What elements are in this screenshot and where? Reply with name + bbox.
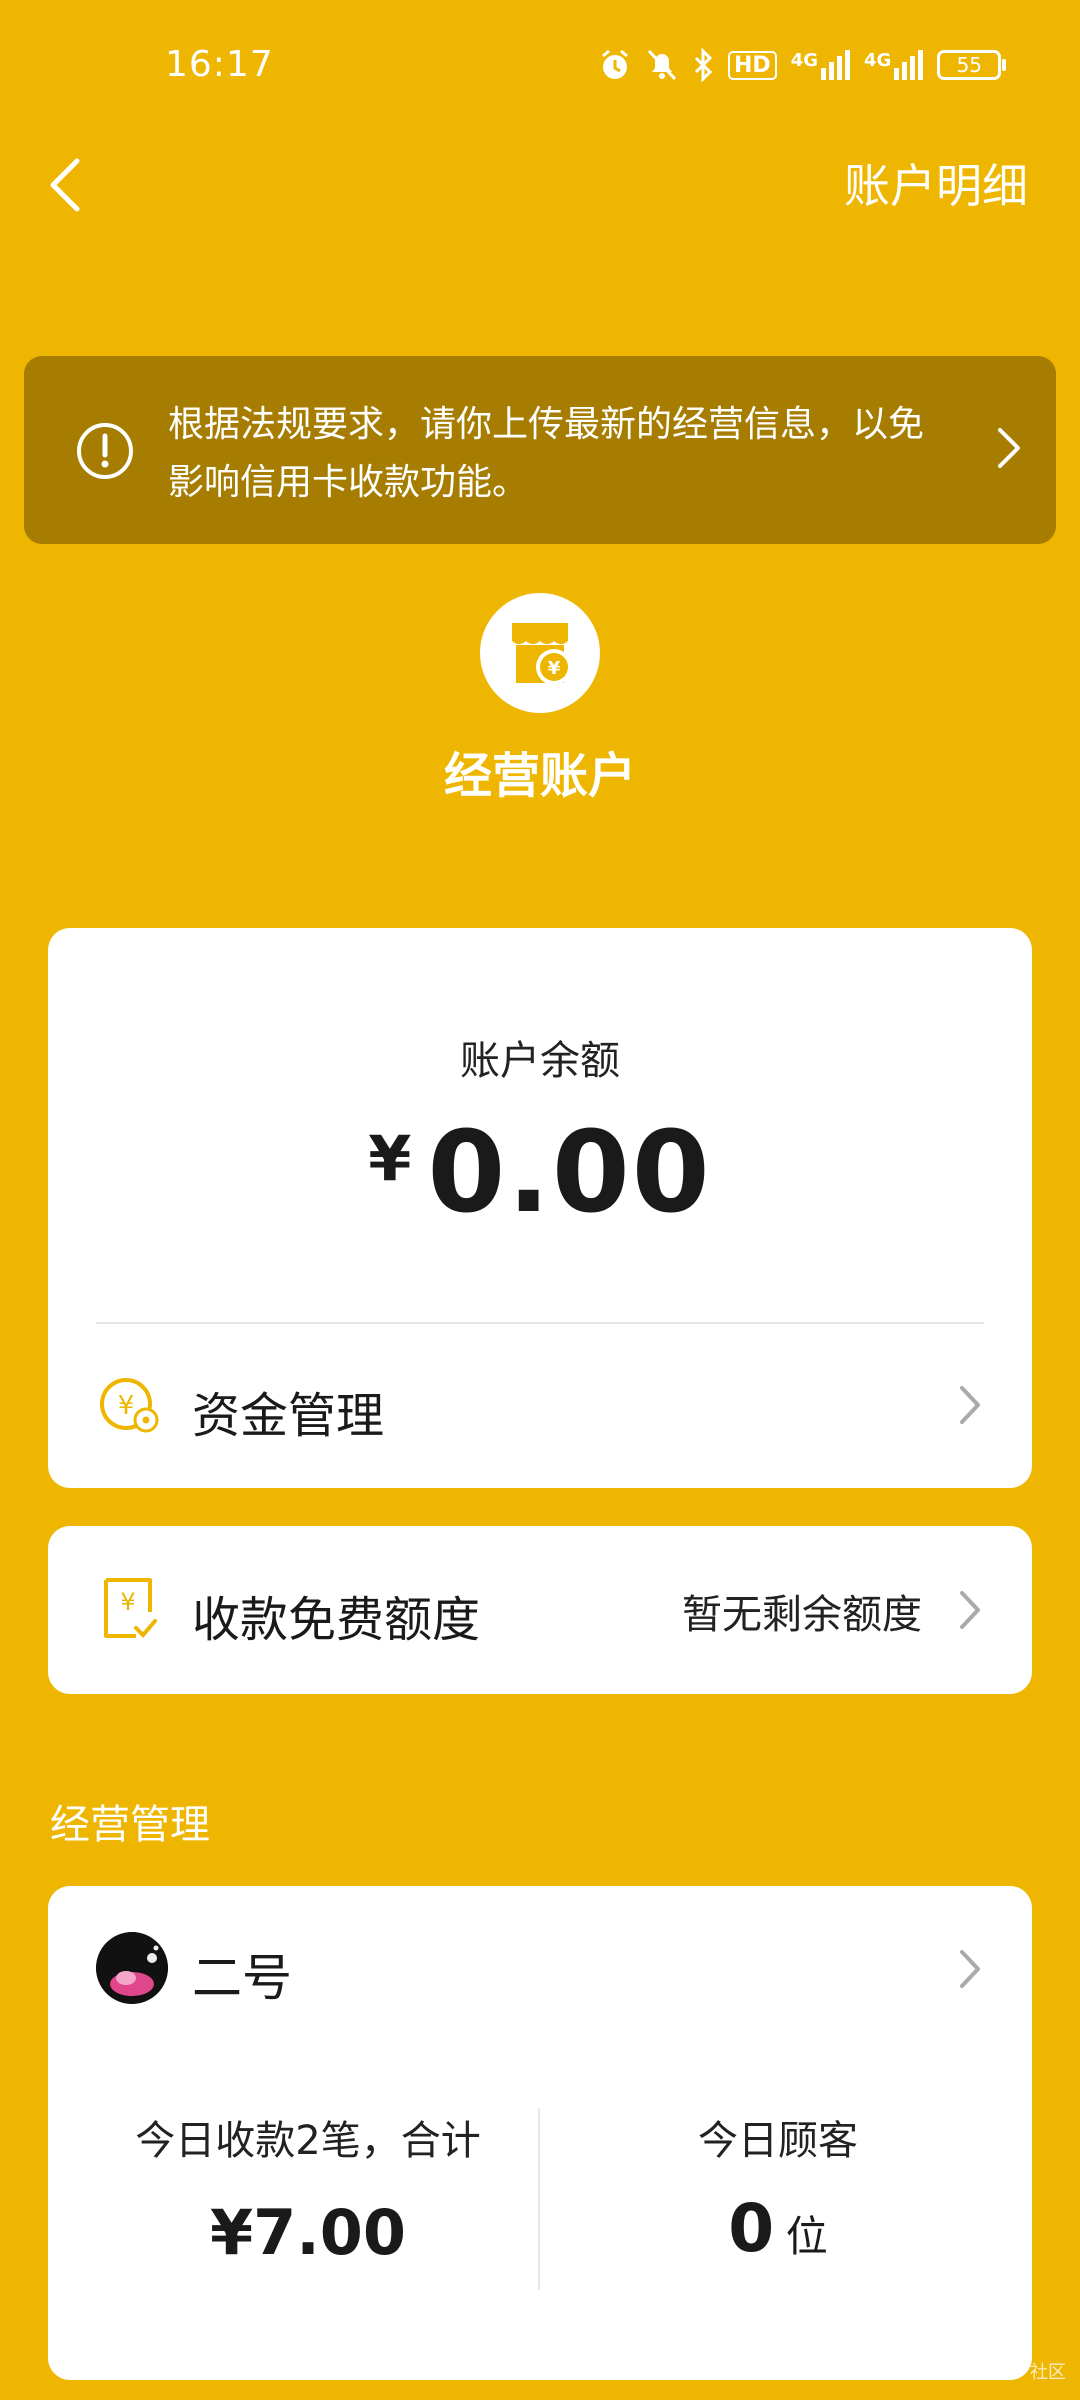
- notice-text: 根据法规要求，请你上传最新的经营信息，以免影响信用卡收款功能。: [168, 404, 925, 503]
- balance-card: 账户余额 ¥0.00 ¥ 资金管理: [48, 928, 1032, 1488]
- avatar-image: [96, 1932, 168, 2004]
- today-payments-value: ¥7.00: [209, 2196, 407, 2269]
- store-name: 二号: [192, 1949, 292, 2007]
- free-quota-label: 收款免费额度: [192, 1592, 481, 1648]
- chevron-right-icon: [960, 1591, 980, 1629]
- free-quota-card[interactable]: ¥ 收款免费额度 暂无剩余额度: [48, 1526, 1032, 1694]
- alarm-icon: [602, 49, 628, 79]
- chevron-right-icon: [960, 1386, 980, 1424]
- section-title: 经营管理: [50, 1802, 210, 1848]
- business-card: 二号 今日收款2笔，合计 ¥7.00 今日顾客 0 位: [48, 1886, 1032, 2380]
- balance-amount: ¥0.00: [48, 1108, 1032, 1238]
- fund-management-row[interactable]: ¥ 资金管理: [48, 1324, 1032, 1488]
- battery-icon: 55: [937, 50, 1007, 80]
- today-payments-label: 今日收款2笔，合计: [135, 2118, 481, 2164]
- avatar: [96, 1932, 168, 2004]
- free-quota-value: 暂无剩余额度: [682, 1592, 922, 1638]
- svg-text:¥: ¥: [548, 658, 561, 679]
- chevron-left-icon: [50, 158, 80, 212]
- coin-settings-icon: ¥: [100, 1378, 159, 1433]
- balance-value: 0.00: [427, 1108, 712, 1238]
- svg-text:¥: ¥: [118, 1391, 135, 1421]
- network-type-label: 4G: [864, 50, 892, 71]
- storefront-yen-icon: ¥: [512, 623, 572, 685]
- bluetooth-icon: [694, 48, 713, 82]
- chevron-right-icon: [960, 1950, 980, 1988]
- mute-icon: [647, 49, 677, 81]
- hd-icon: HD: [728, 50, 777, 80]
- compliance-notice-banner[interactable]: 根据法规要求，请你上传最新的经营信息，以免影响信用卡收款功能。: [24, 356, 1056, 544]
- today-customers-value-group: 0 位: [558, 2190, 998, 2267]
- chevron-right-icon: [998, 428, 1020, 468]
- warning-icon: [77, 423, 133, 479]
- receipt-check-icon: ¥: [104, 1578, 157, 1638]
- balance-label: 账户余额: [460, 1038, 620, 1084]
- balance-currency: ¥: [368, 1122, 412, 1195]
- battery-level: 55: [956, 53, 983, 77]
- account-detail-link[interactable]: 账户明细: [844, 150, 1028, 216]
- 4g-signal-icon: 4G: [864, 50, 924, 80]
- watermark: 社区: [1030, 2362, 1066, 2383]
- network-type-label: 4G: [790, 50, 818, 71]
- svg-text:¥: ¥: [120, 1588, 135, 1616]
- back-button[interactable]: [30, 150, 100, 220]
- shop-title: 经营账户: [443, 748, 636, 804]
- status-time: 16:17: [165, 44, 274, 85]
- today-customers-value: 0: [728, 2190, 775, 2267]
- stats-divider: [538, 2108, 540, 2290]
- fund-management-label: 资金管理: [192, 1388, 385, 1444]
- shop-icon: ¥: [480, 593, 600, 713]
- store-row[interactable]: 二号: [48, 1886, 1032, 2056]
- status-icons: HD 4G 4G 55: [598, 44, 1007, 86]
- today-customers-label: 今日顾客: [698, 2118, 858, 2164]
- 4g-signal-icon: 4G: [791, 50, 850, 80]
- today-customers-unit: 位: [785, 2212, 828, 2261]
